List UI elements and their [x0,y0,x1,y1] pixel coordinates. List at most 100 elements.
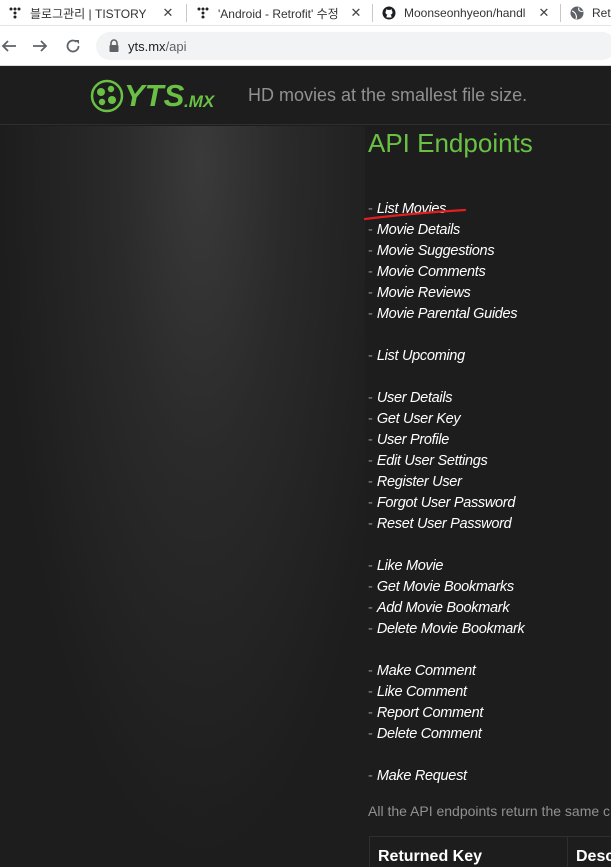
endpoint-link[interactable]: Delete Comment [377,726,482,742]
tab-title: Moonseonhyeon/handl [404,6,526,20]
endpoints-description: All the API endpoints return the same c [368,803,611,819]
endpoint-item: - User Profile [368,430,611,451]
endpoint-link[interactable]: Report Comment [377,705,484,721]
address-bar[interactable]: yts.mx/api [96,32,611,60]
endpoint-bullet: - [368,495,377,511]
reload-icon[interactable] [61,34,85,58]
endpoint-bullet: - [368,243,377,259]
browser-tab-strip: 블로그관리 | TISTORY ✕ 'Android - Retrofit' 수… [0,0,611,26]
endpoint-bullet: - [368,432,377,448]
endpoint-item: - Movie Reviews [368,283,611,304]
table-header-description: Desc [576,848,611,865]
endpoint-item: - Movie Details [368,220,611,241]
logo-wordmark: YTS [124,78,185,113]
table-header-returned-key: Returned Key [378,848,483,865]
endpoint-item: - Forgot User Password [368,493,611,514]
background-artwork [0,126,365,867]
endpoint-link[interactable]: User Details [377,390,453,406]
endpoint-group-spacer [368,325,611,346]
endpoint-item: - Movie Suggestions [368,241,611,262]
browser-tab[interactable]: 'Android - Retrofit' 수정 ✕ [196,0,368,26]
endpoint-item: - Like Movie [368,556,611,577]
endpoint-link[interactable]: Movie Comments [377,264,486,280]
endpoint-link[interactable]: Add Movie Bookmark [377,600,510,616]
endpoint-group-spacer [368,640,611,661]
back-icon[interactable] [0,34,21,58]
endpoint-bullet: - [368,348,377,364]
url-text: yts.mx/api [128,39,187,54]
browser-toolbar: yts.mx/api [0,26,611,66]
endpoint-link[interactable]: Like Comment [377,684,467,700]
endpoint-link[interactable]: Get Movie Bookmarks [377,579,514,595]
endpoint-group-spacer [368,367,611,388]
endpoint-item: - Make Request [368,766,611,787]
endpoint-link[interactable]: Movie Suggestions [377,243,495,259]
endpoint-bullet: - [368,684,377,700]
endpoint-item: - Like Comment [368,682,611,703]
endpoint-bullet: - [368,264,377,280]
close-tab-icon[interactable]: ✕ [536,5,552,21]
endpoint-item: - User Details [368,388,611,409]
endpoint-bullet: - [368,390,377,406]
yts-logo[interactable]: YTS .MX [88,73,218,117]
endpoint-item: - Add Movie Bookmark [368,598,611,619]
close-tab-icon[interactable]: ✕ [348,5,364,21]
endpoint-item: - Edit User Settings [368,451,611,472]
endpoint-link[interactable]: Register User [377,474,462,490]
forward-icon[interactable] [28,34,52,58]
endpoint-item: - Delete Comment [368,724,611,745]
logo-suffix: .MX [184,92,216,111]
browser-tab[interactable]: Moonseonhyeon/handl ✕ [382,0,556,26]
endpoint-item: - Get User Key [368,409,611,430]
endpoint-bullet: - [368,411,377,427]
globe-icon [570,6,584,20]
endpoint-item: - Make Comment [368,661,611,682]
url-host: yts.mx [128,39,166,54]
close-tab-icon[interactable]: ✕ [160,5,176,21]
endpoint-bullet: - [368,474,377,490]
endpoint-link[interactable]: Reset User Password [377,516,512,532]
red-annotation-underline [364,208,467,221]
endpoint-item: - List Upcoming [368,346,611,367]
browser-tab[interactable]: 블로그관리 | TISTORY ✕ [8,0,184,26]
tistory-icon [196,6,210,20]
endpoint-link[interactable]: Make Comment [377,663,476,679]
endpoint-bullet: - [368,558,377,574]
endpoint-link[interactable]: Make Request [377,768,467,784]
endpoint-link[interactable]: Forgot User Password [377,495,516,511]
endpoint-link[interactable]: Movie Details [377,222,460,238]
endpoint-bullet: - [368,621,377,637]
endpoint-item: - Get Movie Bookmarks [368,577,611,598]
endpoint-bullet: - [368,516,377,532]
endpoint-bullet: - [368,663,377,679]
endpoint-item: - Register User [368,472,611,493]
endpoint-link[interactable]: Delete Movie Bookmark [377,621,525,637]
endpoint-item: - Movie Parental Guides [368,304,611,325]
github-icon [382,6,396,20]
site-header: YTS .MX HD movies at the smallest file s… [0,67,611,125]
tab-divider [372,4,373,22]
endpoint-link[interactable]: Movie Parental Guides [377,306,518,322]
tab-title: 블로그관리 | TISTORY [30,6,147,21]
page-title: API Endpoints [368,128,533,158]
endpoint-link[interactable]: User Profile [377,432,449,448]
tistory-icon [8,6,22,20]
tab-title: Retr [592,6,611,20]
endpoint-bullet: - [368,768,377,784]
endpoint-link[interactable]: Get User Key [377,411,461,427]
browser-tab[interactable]: Retr [570,0,611,26]
endpoint-link[interactable]: Edit User Settings [377,453,488,469]
tab-divider [560,4,561,22]
endpoint-bullet: - [368,306,377,322]
endpoint-link[interactable]: Movie Reviews [377,285,471,301]
endpoint-item: - Movie Comments [368,262,611,283]
lock-icon [108,39,120,53]
response-keys-table: Returned Key Desc [369,836,611,867]
endpoint-group-spacer [368,745,611,766]
endpoint-item: - Delete Movie Bookmark [368,619,611,640]
site-tagline: HD movies at the smallest file size. [248,85,528,105]
endpoint-link[interactable]: Like Movie [377,558,444,574]
endpoint-link[interactable]: List Upcoming [377,348,465,364]
endpoint-item: - Reset User Password [368,514,611,535]
tab-title: 'Android - Retrofit' 수정 [218,6,339,21]
